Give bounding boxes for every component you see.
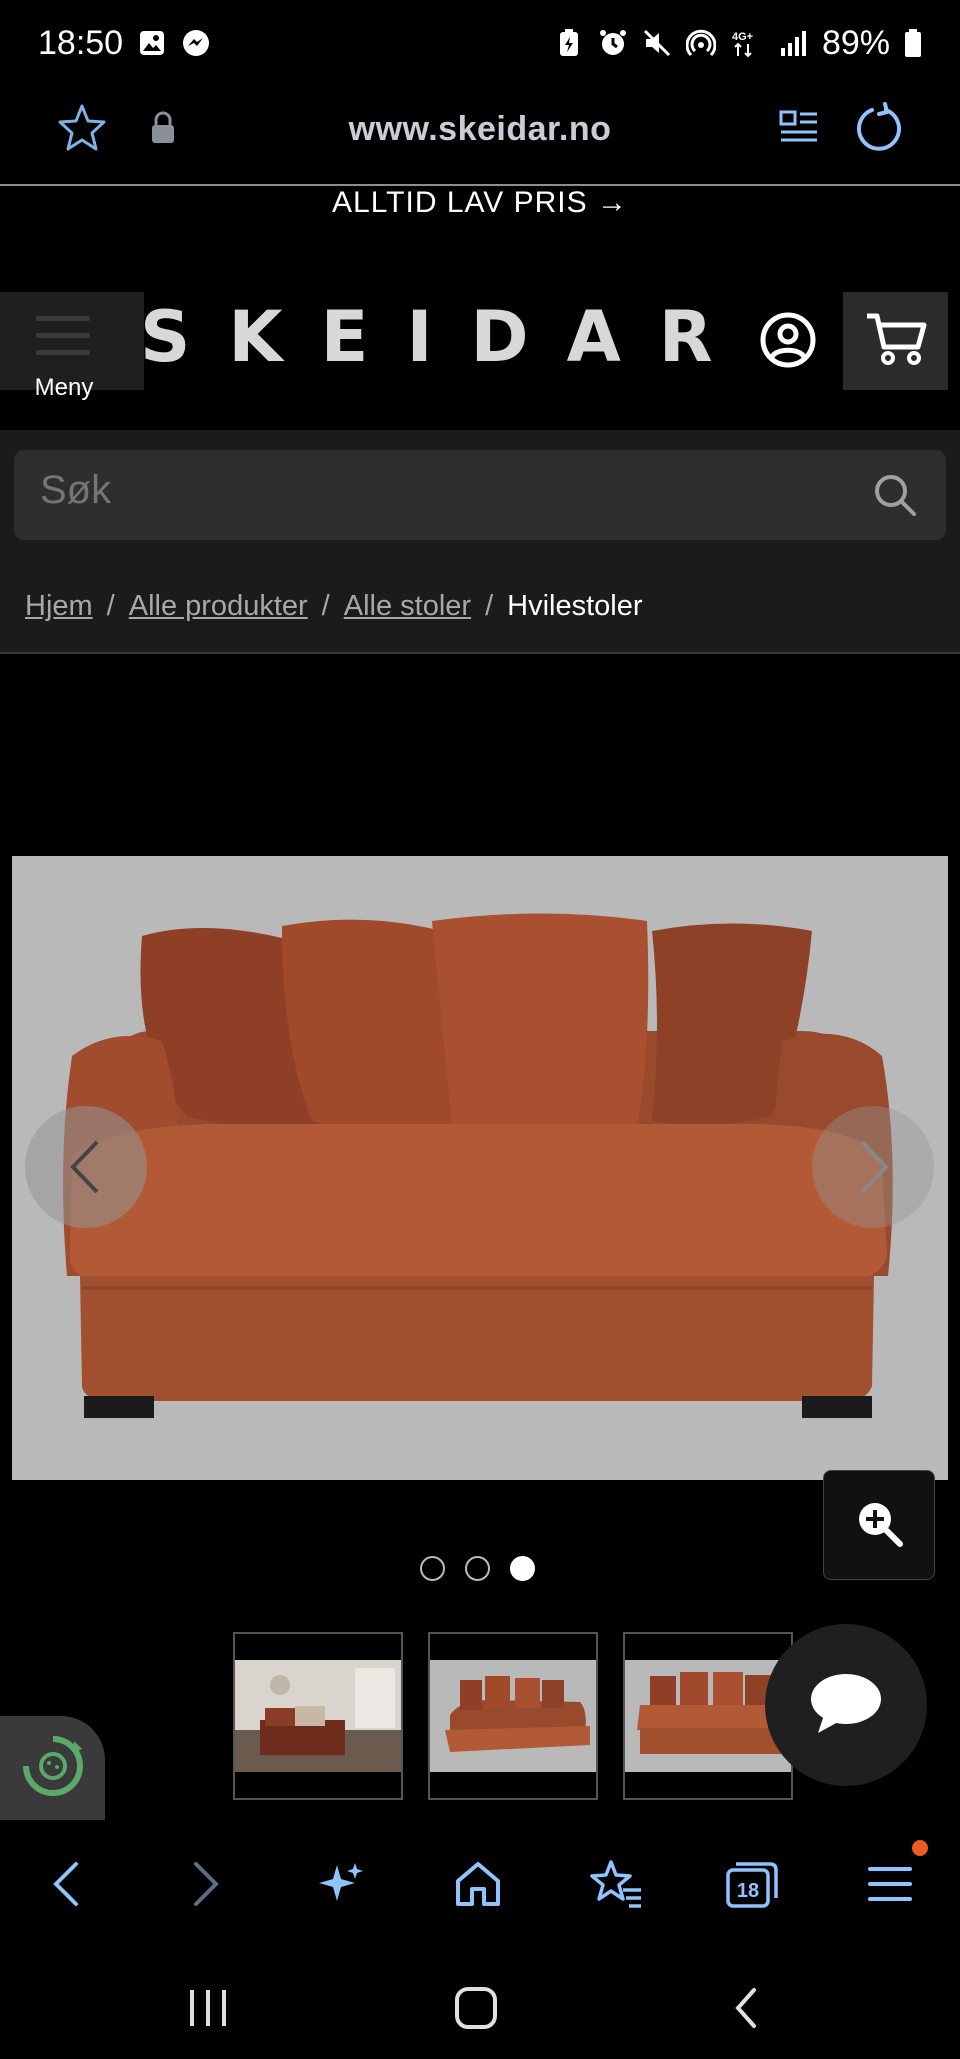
tab-count: 18 [737,1880,759,1902]
browser-toolbar: 18 [0,1832,960,1932]
breadcrumb-link-all-products[interactable]: Alle produkter [129,590,308,623]
search-box[interactable] [14,450,946,540]
breadcrumb-link-home[interactable]: Hjem [25,590,93,623]
account-icon[interactable] [760,312,816,368]
browser-address-bar: www.skeidar.no [0,86,960,186]
menu-label[interactable]: Meny [0,374,128,402]
svg-text:4G+: 4G+ [732,31,753,43]
site-logo[interactable]: SKEIDAR [140,296,751,378]
thumbnail-2[interactable] [428,1632,598,1800]
hamburger-icon [36,316,90,367]
home-button-icon[interactable] [448,1980,504,2036]
chat-button[interactable] [765,1624,927,1786]
breadcrumb-link-all-chairs[interactable]: Alle stoler [344,590,471,623]
messenger-icon [181,28,211,58]
mute-icon [642,28,672,58]
battery-saver-icon [554,28,584,58]
carousel-dot[interactable] [465,1556,490,1581]
system-back-icon[interactable] [718,1980,774,2036]
gallery-icon [137,28,167,58]
carousel-dots [420,1556,535,1581]
carousel-next-button[interactable] [812,1106,934,1228]
bookmarks-icon[interactable] [588,1856,644,1912]
breadcrumb-separator: / [321,590,330,622]
product-image[interactable] [12,856,948,1480]
chevron-left-icon [25,1140,147,1232]
signal-icon [778,28,808,58]
battery-percent: 89% [821,23,890,62]
carousel-dot-active[interactable] [510,1556,535,1581]
hotspot-icon [685,28,716,58]
tabs-icon[interactable]: 18 [724,1856,780,1912]
search-icon[interactable] [872,472,918,518]
breadcrumb-separator: / [106,590,115,622]
status-time: 18:50 [38,23,124,62]
breadcrumb: Hjem / Alle produkter / Alle stoler / Hv… [25,590,643,623]
carousel-prev-button[interactable] [25,1106,147,1228]
eco-button[interactable] [0,1716,105,1820]
status-bar: 18:50 4G+ 89% [0,0,960,86]
search-section: Hjem / Alle produkter / Alle stoler / Hv… [0,430,960,654]
recycle-icon [18,1731,88,1806]
network-icon: 4G+ [730,28,764,58]
thumbnail-1[interactable] [233,1632,403,1800]
system-navigation-bar [0,1950,960,2059]
ai-sparkle-icon[interactable] [314,1856,370,1912]
home-icon[interactable] [450,1856,506,1912]
forward-icon[interactable] [178,1856,234,1912]
notification-badge [912,1840,928,1856]
chevron-right-icon [812,1140,934,1232]
browser-menu-icon[interactable] [862,1856,918,1912]
breadcrumb-current: Hvilestoler [507,590,643,622]
cart-button[interactable] [843,292,948,390]
breadcrumb-separator: / [485,590,494,622]
battery-icon [904,28,922,58]
reader-mode-icon[interactable] [778,106,820,150]
zoom-button[interactable] [823,1470,935,1580]
reload-icon[interactable] [854,102,904,154]
recent-apps-icon[interactable] [180,1980,236,2036]
back-icon[interactable] [38,1856,94,1912]
zoom-in-icon [854,1498,904,1553]
promo-banner[interactable]: ALLTID LAV PRIS → [0,186,960,222]
search-input[interactable] [40,468,820,513]
alarm-icon [598,28,628,58]
carousel-dot[interactable] [420,1556,445,1581]
cart-icon [864,311,928,372]
chat-bubble-icon [808,1671,884,1740]
